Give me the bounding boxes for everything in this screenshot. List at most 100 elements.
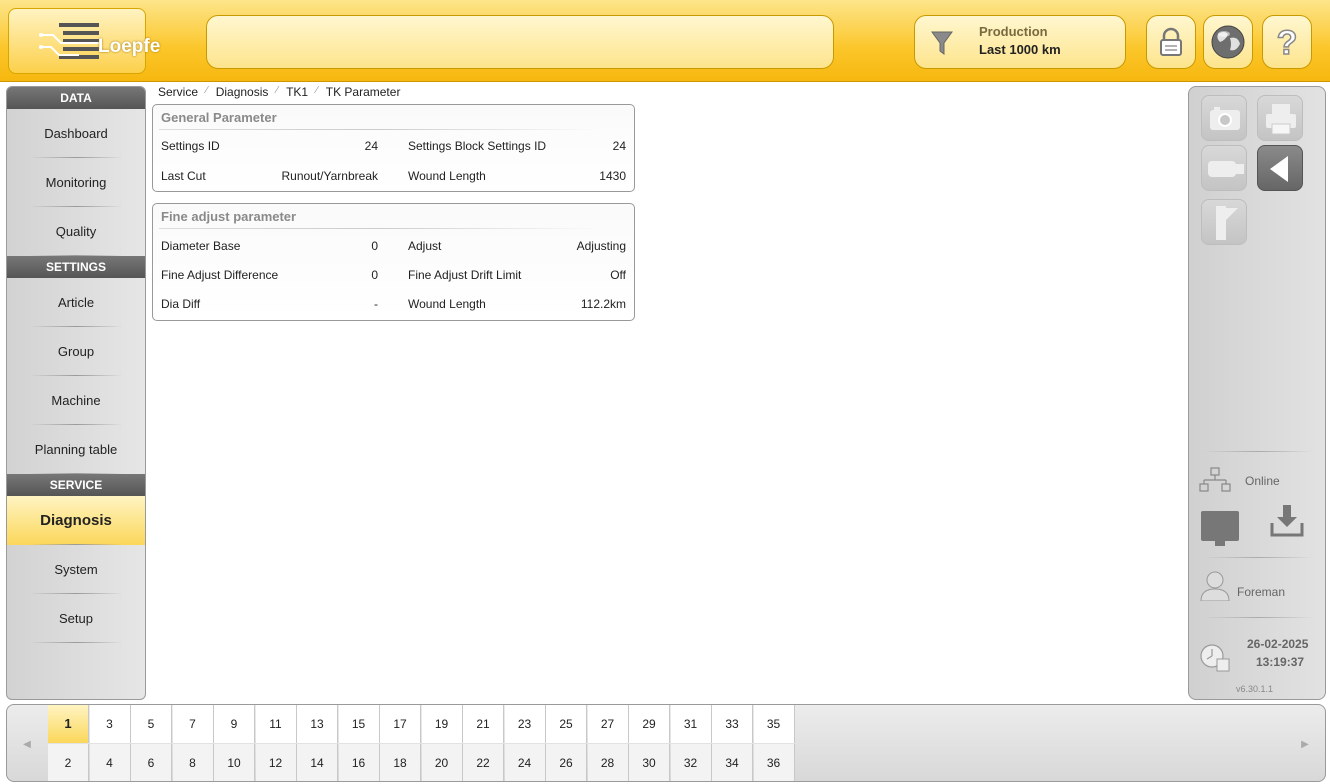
back-button[interactable]: [1257, 145, 1303, 191]
position-35-button[interactable]: 35: [753, 705, 795, 743]
connection-status: Online: [1245, 474, 1280, 488]
position-18-button[interactable]: 18: [380, 744, 421, 781]
scroll-right-icon[interactable]: ▶: [1285, 705, 1325, 781]
nav-item-group[interactable]: Group: [7, 327, 145, 376]
lock-button[interactable]: [1146, 15, 1196, 69]
user-icon[interactable]: [1199, 571, 1231, 601]
position-20-button[interactable]: 20: [421, 744, 463, 781]
param-label: Wound Length: [408, 297, 486, 311]
nav-item-diagnosis[interactable]: Diagnosis: [7, 496, 145, 545]
usb-icon: [1208, 161, 1244, 177]
position-15-button[interactable]: 15: [338, 705, 380, 743]
position-30-button[interactable]: 30: [629, 744, 670, 781]
position-11-button[interactable]: 11: [255, 705, 297, 743]
position-5-button[interactable]: 5: [131, 705, 172, 743]
position-6-button[interactable]: 6: [131, 744, 172, 781]
monitor-stand: [1215, 541, 1225, 546]
nav-item-system[interactable]: System: [7, 545, 145, 594]
right-side-panel: Online Foreman 26-02-2025 13:19:37 v6.30…: [1188, 86, 1326, 700]
filter-value: Last 1000 km: [979, 42, 1061, 57]
position-2-button[interactable]: 2: [48, 744, 89, 781]
position-16-button[interactable]: 16: [338, 744, 380, 781]
lock-icon: [1160, 27, 1182, 56]
nav-item-machine[interactable]: Machine: [7, 376, 145, 425]
divider: [159, 129, 599, 130]
position-34-button[interactable]: 34: [712, 744, 753, 781]
position-29-button[interactable]: 29: [629, 705, 670, 743]
position-3-button[interactable]: 3: [89, 705, 131, 743]
network-icon: [1199, 467, 1231, 492]
position-8-button[interactable]: 8: [172, 744, 214, 781]
position-9-button[interactable]: 9: [214, 705, 255, 743]
parameter-row: Last Cut Runout/Yarnbreak Wound Length 1…: [153, 169, 636, 187]
scroll-left-icon[interactable]: ◀: [7, 705, 47, 781]
logo-text: Loepfe: [98, 36, 161, 57]
ruler-icon: [1216, 206, 1238, 240]
screenshot-button[interactable]: [1201, 95, 1247, 141]
position-33-button[interactable]: 33: [712, 705, 753, 743]
position-14-button[interactable]: 14: [297, 744, 338, 781]
position-19-button[interactable]: 19: [421, 705, 463, 743]
breadcrumb-tk-parameter: TK Parameter: [325, 85, 401, 99]
position-23-button[interactable]: 23: [504, 705, 546, 743]
panel-title: General Parameter: [161, 110, 277, 125]
param-value: Off: [610, 268, 626, 282]
loepfe-logo[interactable]: Loepfe: [8, 8, 160, 74]
param-label: Adjust: [408, 239, 442, 253]
position-12-button[interactable]: 12: [255, 744, 297, 781]
print-button[interactable]: [1257, 95, 1303, 141]
position-26-button[interactable]: 26: [546, 744, 587, 781]
position-4-button[interactable]: 4: [89, 744, 131, 781]
fine-adjust-panel: Fine adjust parameter Diameter Base 0 Ad…: [152, 203, 635, 321]
breadcrumb-service[interactable]: Service: [158, 85, 198, 101]
help-button[interactable]: ?: [1262, 15, 1312, 69]
help-icon: ?: [1276, 24, 1298, 60]
position-21-button[interactable]: 21: [463, 705, 504, 743]
position-7-button[interactable]: 7: [172, 705, 214, 743]
panel-title: Fine adjust parameter: [161, 209, 297, 224]
usb-button[interactable]: [1201, 145, 1247, 191]
breadcrumb-diagnosis[interactable]: Diagnosis: [216, 85, 269, 101]
nav-item-quality[interactable]: Quality: [7, 207, 145, 256]
download-icon[interactable]: [1269, 503, 1305, 539]
divider: [159, 228, 599, 229]
param-label: Settings Block Settings ID: [408, 139, 547, 153]
position-17-button[interactable]: 17: [380, 705, 421, 743]
position-27-button[interactable]: 27: [587, 705, 629, 743]
language-button[interactable]: [1203, 15, 1253, 69]
position-1-button[interactable]: 1: [48, 705, 89, 743]
production-filter-button[interactable]: Production Last 1000 km: [914, 15, 1126, 69]
nav-item-setup[interactable]: Setup: [7, 594, 145, 643]
param-label: Wound Length: [408, 169, 486, 183]
position-24-button[interactable]: 24: [504, 744, 546, 781]
param-label: Fine Adjust Drift Limit: [408, 268, 522, 282]
logo-lines-icon: [39, 23, 99, 59]
breadcrumb-tk1[interactable]: TK1: [286, 85, 308, 101]
position-10-button[interactable]: 10: [214, 744, 255, 781]
breadcrumb-separator-icon: ∕: [276, 85, 279, 96]
position-25-button[interactable]: 25: [546, 705, 587, 743]
parameter-row: Fine Adjust Difference 0 Fine Adjust Dri…: [153, 268, 636, 286]
position-36-button[interactable]: 36: [753, 744, 795, 781]
position-13-button[interactable]: 13: [297, 705, 338, 743]
nav-item-planning-table[interactable]: Planning table: [7, 425, 145, 474]
breadcrumb-separator-icon: ∕: [206, 85, 208, 96]
position-32-button[interactable]: 32: [670, 744, 712, 781]
param-value: 24: [612, 139, 626, 153]
search-input[interactable]: [206, 15, 834, 69]
position-28-button[interactable]: 28: [587, 744, 629, 781]
monitor-icon[interactable]: [1201, 511, 1239, 541]
printer-icon: [1266, 104, 1296, 135]
nav-item-article[interactable]: Article: [7, 278, 145, 327]
ruler-button[interactable]: [1201, 199, 1247, 245]
divider: [1203, 451, 1313, 452]
header-bar: Loepfe Production Last 1000 km ?: [0, 0, 1330, 82]
nav-item-monitoring[interactable]: Monitoring: [7, 158, 145, 207]
nav-section-settings: SETTINGS: [7, 256, 145, 278]
nav-item-dashboard[interactable]: Dashboard: [7, 109, 145, 158]
globe-icon: [1211, 25, 1245, 59]
svg-text:?: ?: [1277, 24, 1298, 60]
position-22-button[interactable]: 22: [463, 744, 504, 781]
back-icon: [1270, 156, 1288, 182]
position-31-button[interactable]: 31: [670, 705, 712, 743]
